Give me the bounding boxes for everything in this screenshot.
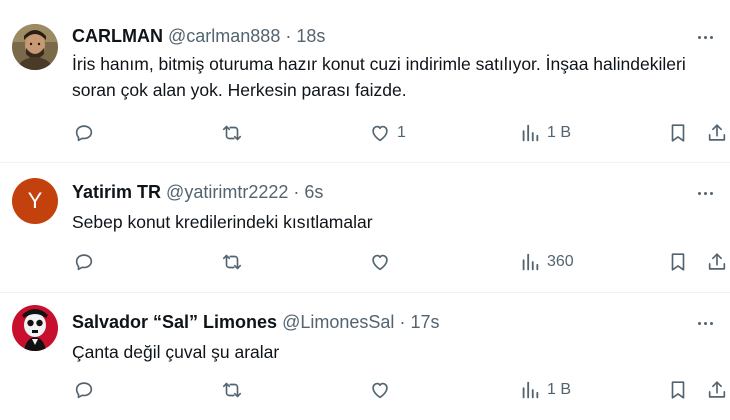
more-icon[interactable] <box>692 183 718 203</box>
reply-icon <box>75 254 93 271</box>
retweet-button[interactable] <box>221 377 243 403</box>
share-button[interactable] <box>706 249 728 275</box>
tweet[interactable]: Y Yatirim TR @yatirimtr2222 · 6s Sebep k… <box>0 163 730 293</box>
tweet-actions: 1 B <box>0 377 730 403</box>
like-count: 1 <box>397 124 406 141</box>
bookmark-button[interactable] <box>667 249 689 275</box>
display-name[interactable]: CARLMAN <box>72 26 163 46</box>
tweet-text: Çanta değil çuval şu aralar <box>72 342 280 362</box>
user-handle[interactable]: @yatirimtr2222 <box>166 182 288 202</box>
views-icon <box>522 124 539 142</box>
timestamp[interactable]: 6s <box>304 182 323 202</box>
like-button[interactable] <box>369 249 391 275</box>
more-icon[interactable] <box>692 27 718 47</box>
retweet-icon <box>222 382 242 398</box>
views-icon <box>522 381 539 399</box>
bookmark-icon <box>671 253 685 271</box>
view-count: 1 B <box>547 381 572 398</box>
heart-icon <box>372 125 388 142</box>
share-button[interactable] <box>706 377 728 403</box>
share-icon <box>708 124 726 141</box>
retweet-icon <box>222 254 242 270</box>
tweet[interactable]: CARLMAN @carlman888 · 18s İris hanım, bi… <box>0 0 730 163</box>
tweet-actions: 1 1 B <box>0 120 730 146</box>
views-button[interactable]: 360 <box>519 249 574 275</box>
retweet-button[interactable] <box>221 249 243 275</box>
user-handle[interactable]: @carlman888 <box>168 26 280 46</box>
tweet-header: Yatirim TR @yatirimtr2222 · 6s <box>72 181 323 203</box>
tweet[interactable]: Salvador “Sal” Limones @LimonesSal · 17s… <box>0 293 730 420</box>
reply-icon <box>75 125 93 142</box>
reply-button[interactable] <box>73 120 95 146</box>
tweet-header: Salvador “Sal” Limones @LimonesSal · 17s <box>72 311 439 333</box>
bookmark-icon <box>671 124 685 142</box>
timestamp[interactable]: 17s <box>410 312 439 332</box>
heart-icon <box>372 254 388 271</box>
retweet-button[interactable] <box>221 120 243 146</box>
share-button[interactable] <box>706 120 728 146</box>
user-handle[interactable]: @LimonesSal <box>282 312 394 332</box>
reply-button[interactable] <box>73 249 95 275</box>
reply-button[interactable] <box>73 377 95 403</box>
like-button[interactable] <box>369 377 391 403</box>
views-icon <box>522 253 539 271</box>
tweet-feed: CARLMAN @carlman888 · 18s İris hanım, bi… <box>0 0 730 420</box>
more-icon[interactable] <box>692 313 718 333</box>
bookmark-button[interactable] <box>667 120 689 146</box>
tweet-actions: 360 <box>0 249 730 275</box>
bookmark-icon <box>671 381 685 399</box>
share-icon <box>708 381 726 398</box>
view-count: 360 <box>547 253 574 270</box>
display-name[interactable]: Salvador “Sal” Limones <box>72 312 277 332</box>
tweet-text: İris hanım, bitmiş oturuma hazır konut c… <box>72 54 686 100</box>
share-icon <box>708 253 726 270</box>
timestamp[interactable]: 18s <box>296 26 325 46</box>
retweet-icon <box>222 125 242 141</box>
separator-dot: · <box>285 26 292 46</box>
avatar[interactable]: Y <box>12 178 58 224</box>
view-count: 1 B <box>547 124 572 141</box>
views-button[interactable]: 1 B <box>519 120 571 146</box>
like-button[interactable]: 1 <box>369 120 406 146</box>
reply-icon <box>75 382 93 399</box>
views-button[interactable]: 1 B <box>519 377 571 403</box>
avatar[interactable] <box>12 305 58 351</box>
separator-dot: · <box>293 182 300 202</box>
avatar-letter: Y <box>27 188 43 213</box>
separator-dot: · <box>399 312 406 332</box>
heart-icon <box>372 382 388 399</box>
bookmark-button[interactable] <box>667 377 689 403</box>
tweet-header: CARLMAN @carlman888 · 18s <box>72 25 325 47</box>
tweet-text: Sebep konut kredilerindeki kısıtlamalar <box>72 212 373 232</box>
display-name[interactable]: Yatirim TR <box>72 182 161 202</box>
avatar[interactable] <box>12 24 58 70</box>
